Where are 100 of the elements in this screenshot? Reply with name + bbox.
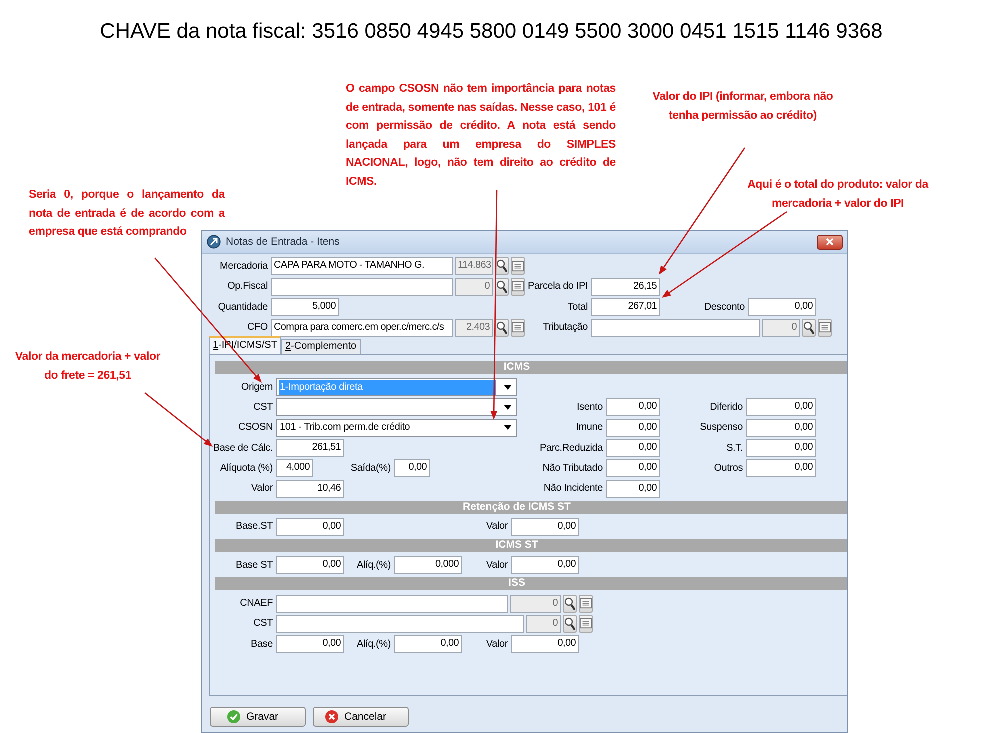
input-field[interactable]: 0,00 [748,298,816,316]
list-button[interactable] [818,318,832,337]
close-icon [826,238,834,246]
section-header: ICMS [215,361,847,374]
list-button[interactable] [579,614,593,633]
input-field[interactable]: 0,00 [511,556,579,574]
input-field[interactable]: 0,00 [394,459,430,478]
annotation-note: Valor da mercadoria + valor do frete = 261,51 [14,350,162,384]
code-field: 0 [762,318,800,337]
search-button[interactable] [495,257,509,276]
cancel-icon [325,710,340,724]
list-icon [512,260,524,272]
input-field[interactable]: 10,46 [276,480,344,498]
input-field[interactable] [276,614,524,633]
input-field[interactable] [276,594,508,613]
list-button[interactable] [511,278,525,296]
search-button[interactable] [802,318,816,337]
input-field[interactable]: 261,51 [276,439,344,458]
field-label: Valor [486,638,509,650]
field-label: CST [254,618,274,630]
input-field[interactable]: 4,000 [276,459,313,478]
search-icon [564,616,576,631]
list-icon [580,618,592,630]
list-button[interactable] [579,594,593,613]
dropdown-field[interactable] [276,398,517,416]
search-button[interactable] [563,594,577,613]
input-field[interactable]: Compra para comerc.em oper.c/merc.c/s [271,318,453,337]
field-label: Parcela do IPI [528,281,589,292]
input-field[interactable]: 0,00 [746,398,816,416]
field-label: Suspenso [700,422,744,434]
field-label: S.T. [726,442,744,454]
field-label: Valor [486,521,509,532]
section-header: ICMS ST [215,539,847,552]
tab[interactable]: 2-Complemento [281,339,361,354]
code-field: 114.863 [455,257,493,276]
input-field[interactable]: CAPA PARA MOTO - TAMANHO G. [271,257,453,276]
field-label: Alíq.(%) [357,638,392,650]
input-field[interactable]: 0,000 [394,556,462,574]
annotation-arrow [144,392,213,447]
field-label: Imune [576,422,604,434]
field-label: Base de Cálc. [213,442,274,454]
code-field: 2.403 [455,318,493,337]
field-label: Diferido [710,402,744,413]
list-icon [580,598,592,610]
input-field[interactable]: 0,00 [276,518,344,536]
close-button[interactable] [817,234,843,250]
field-label: CFO [247,322,269,334]
field-label: Tributação [543,322,589,334]
input-field[interactable]: 267,01 [591,298,660,316]
field-label: Base.ST [236,521,274,532]
input-field[interactable]: 26,15 [591,278,660,296]
input-field[interactable]: 0,00 [746,439,816,458]
input-field[interactable]: 0,00 [606,459,660,478]
list-button[interactable] [511,318,525,337]
field-label: Op.Fiscal [228,281,269,292]
dropdown-field[interactable]: 101 - Trib.com perm.de crédito [276,418,517,437]
field-label: Base ST [236,560,274,571]
field-label: CSOSN [238,422,274,434]
list-icon [512,281,524,292]
cancel-button[interactable]: Cancelar [313,707,409,727]
search-icon [496,280,508,294]
field-label: Valor [251,483,274,494]
field-label: Outros [714,462,744,474]
input-field[interactable]: 0,00 [746,418,816,437]
field-label: Não Tributado [542,462,604,474]
input-field[interactable] [591,318,760,337]
search-icon [496,259,508,274]
section-header: ISS [215,577,847,590]
field-label: Alíq.(%) [357,560,392,571]
input-field[interactable]: 0,00 [606,418,660,437]
field-label: Não Incidente [544,483,604,494]
annotation-note: O campo CSOSN não tem importância para notas de entrada, somente nas saídas. Nesse caso, 101 é com permissão de crédito. A nota está sendo lançada para um empresa do SIMPLES NACIONAL, logo, não tem direito ao crédito de ICMS. [346,82,616,190]
field-label: Isento [576,402,604,413]
code-field: 0 [526,614,561,633]
list-button[interactable] [511,257,525,276]
input-field[interactable]: 0,00 [394,635,462,654]
save-button[interactable]: Gravar [210,707,306,727]
search-button[interactable] [495,318,509,337]
input-field[interactable]: 0,00 [276,635,344,654]
input-field[interactable]: 0,00 [606,480,660,498]
app-icon [207,235,221,249]
field-label: Saída(%) [350,462,392,474]
input-field[interactable]: 0,00 [511,518,579,536]
field-label: Valor [486,560,509,571]
input-field[interactable]: 0,00 [606,398,660,416]
field-label: Desconto [704,302,746,313]
search-button[interactable] [563,614,577,633]
input-field[interactable]: 5,000 [271,298,339,316]
window-title: Notas de Entrada - Itens [226,236,340,248]
list-icon [819,322,831,334]
input-field[interactable]: 0,00 [276,556,344,574]
field-label: Mercadoria [220,260,270,272]
input-field[interactable]: 0,00 [746,459,816,478]
field-label: Alíquota (%) [220,462,274,474]
field-label: Parc.Reduzida [540,442,604,454]
search-icon [803,320,815,335]
input-field[interactable]: 0,00 [511,635,579,654]
input-field[interactable] [271,278,453,296]
input-field[interactable]: 0,00 [606,439,660,458]
field-label: Origem [241,382,274,393]
